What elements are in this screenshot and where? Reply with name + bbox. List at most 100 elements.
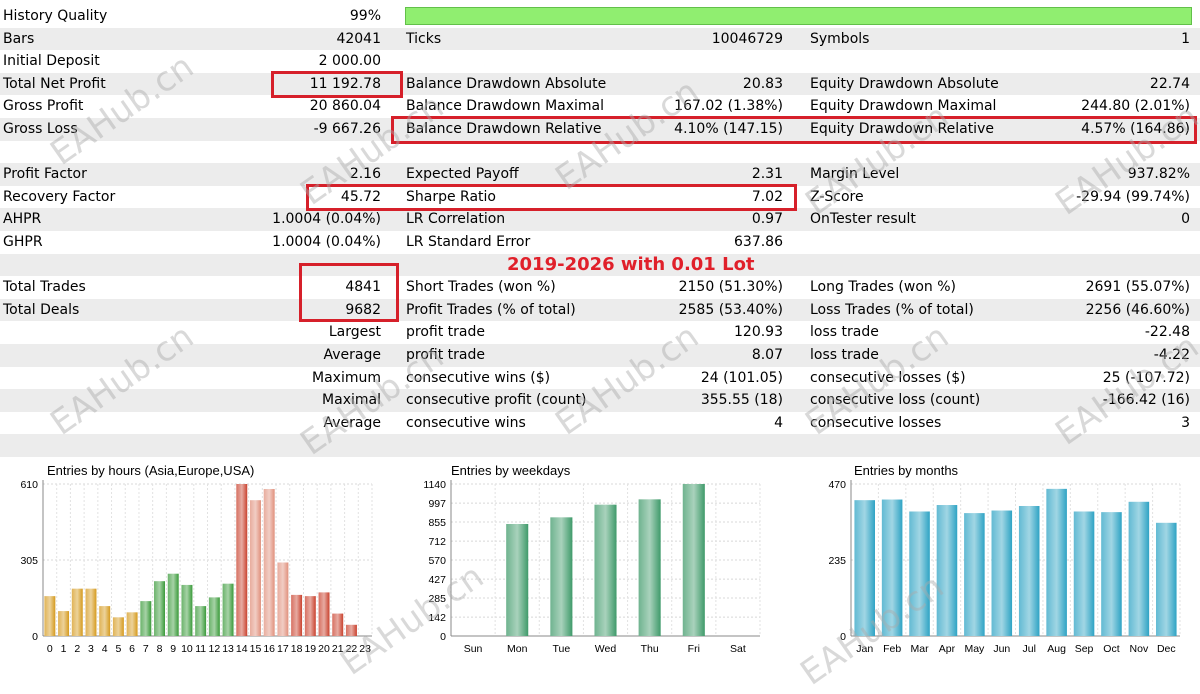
label-col1: Gross Loss <box>3 121 78 137</box>
label-col1: Recovery Factor <box>3 188 116 205</box>
value-col1: 1.0004 (0.04%) <box>272 234 381 250</box>
table-row: Initial Deposit 2 000.00 <box>0 50 1200 73</box>
x-tick-label: 10 <box>181 643 193 655</box>
x-tick-label: Jan <box>856 643 873 655</box>
bar <box>85 588 97 636</box>
bar <box>44 596 56 636</box>
value-col2: 167.02 (1.38%) <box>674 98 783 115</box>
bar <box>304 596 316 636</box>
history-quality-bar <box>405 7 1192 25</box>
chart-title: Entries by weekdays <box>451 463 571 478</box>
table-row <box>0 434 1200 457</box>
y-tick-label: 235 <box>828 555 846 567</box>
value-col3: 937.82% <box>1127 166 1190 183</box>
label-col1: Total Net Profit <box>3 75 106 92</box>
x-tick-label: 5 <box>115 643 121 655</box>
bar <box>506 524 529 636</box>
x-tick-label: 13 <box>222 643 234 655</box>
label-col3: loss trade <box>810 324 879 341</box>
bar <box>167 573 179 636</box>
label-col3: Equity Drawdown Maximal <box>810 98 997 115</box>
value-col2: 8.07 <box>751 347 783 363</box>
y-tick-label: 427 <box>428 574 446 586</box>
x-tick-label: Sep <box>1075 643 1094 655</box>
x-tick-label: 7 <box>143 643 149 655</box>
y-tick-label: 610 <box>20 479 38 491</box>
bar <box>991 510 1013 636</box>
table-row: Total Net Profit 11 192.78 Balance Drawdow… <box>0 72 1200 96</box>
x-tick-label: Fri <box>688 643 700 655</box>
label-col1: AHPR <box>3 211 42 228</box>
value-col2: 2.31 <box>751 166 783 183</box>
value-col2: 20.83 <box>742 75 783 92</box>
bar <box>936 505 958 636</box>
table-row: Largest profit trade 120.93 loss trade -22.4… <box>0 321 1200 344</box>
label-col1: Gross Profit <box>3 98 84 115</box>
label-col1: Initial Deposit <box>3 53 100 70</box>
y-tick-label: 285 <box>428 593 446 605</box>
value-col1: 2 000.00 <box>318 53 381 70</box>
label-col2: Short Trades (won %) <box>406 279 556 296</box>
table-row: Maximum consecutive wins ($) 24 (101.05) co… <box>0 367 1200 390</box>
x-tick-label: 22 <box>346 643 358 655</box>
chart-months: Entries by months 0 235 470 Jan Feb Mar Apr May J… <box>808 462 1200 657</box>
table-row: Total Deals 9682 Profit Trades (% of total… <box>0 298 1200 322</box>
value-col2: 2585 (53.40%) <box>678 301 783 318</box>
x-tick-label: Tue <box>552 643 570 655</box>
label-col2: consecutive wins ($) <box>406 369 551 386</box>
bar <box>99 606 111 636</box>
value-col1: Maximal <box>322 392 381 409</box>
bar <box>332 613 344 636</box>
x-tick-label: 12 <box>209 643 221 655</box>
label-col1: Bars <box>3 30 35 47</box>
value-col3: 2256 (46.60%) <box>1085 301 1190 318</box>
value-col3: -22.48 <box>1144 324 1190 341</box>
label-col3: consecutive losses <box>810 414 942 431</box>
y-tick-label: 0 <box>440 631 446 643</box>
value-col3: 0 <box>1181 211 1190 228</box>
x-tick-label: 19 <box>304 643 316 655</box>
x-tick-label: May <box>964 643 985 655</box>
bar <box>140 601 152 636</box>
label-col3: Loss Trades (% of total) <box>810 301 974 318</box>
y-tick-label: 0 <box>32 631 38 643</box>
y-tick-label: 570 <box>428 555 446 567</box>
bar <box>1128 501 1150 636</box>
x-tick-label: 1 <box>61 643 67 655</box>
value-col2: 2150 (51.30%) <box>678 279 783 296</box>
table-row: Average profit trade 8.07 loss trade -4.22 <box>0 344 1200 367</box>
label-col3: consecutive losses ($) <box>810 369 966 386</box>
bar <box>154 581 166 636</box>
x-tick-label: Sun <box>464 643 483 655</box>
label-col2: consecutive profit (count) <box>406 392 587 409</box>
label-col2: Expected Payoff <box>406 166 519 183</box>
table-row: Total Trades 4841 Short Trades (won %) 2150… <box>0 276 1200 299</box>
bar <box>550 517 573 636</box>
chart-title: Entries by months <box>854 463 959 478</box>
value-col1: 99% <box>349 8 381 24</box>
bar <box>881 499 903 636</box>
value-col3: -166.42 (16) <box>1102 392 1190 409</box>
value-col2: 4 <box>774 414 783 431</box>
label-col3: Equity Drawdown Absolute <box>810 75 999 92</box>
y-tick-label: 855 <box>428 517 446 529</box>
value-col2: 24 (101.05) <box>700 369 783 386</box>
bar <box>318 592 330 636</box>
x-tick-label: 14 <box>236 643 248 655</box>
highlight-net-profit <box>271 71 403 98</box>
y-tick-label: 305 <box>20 555 38 567</box>
value-col1: Average <box>323 347 382 363</box>
table-row: Profit Factor 2.16 Expected Payoff 2.31 Marg… <box>0 163 1200 186</box>
label-col2: consecutive wins <box>406 414 526 431</box>
label-col1: Profit Factor <box>3 166 87 183</box>
bar <box>71 588 83 636</box>
value-col2: 10046729 <box>711 30 783 47</box>
chart-hours: Entries by hours (Asia,Europe,USA) 0 305 61… <box>0 462 395 657</box>
value-col1: Maximum <box>312 369 381 386</box>
x-tick-label: Jul <box>1022 643 1035 655</box>
bar <box>291 594 303 636</box>
value-col3: 2691 (55.07%) <box>1085 279 1190 296</box>
value-col3: 244.80 (2.01%) <box>1081 98 1190 115</box>
label-col3: Z-Score <box>810 188 864 205</box>
x-tick-label: Nov <box>1130 643 1149 655</box>
